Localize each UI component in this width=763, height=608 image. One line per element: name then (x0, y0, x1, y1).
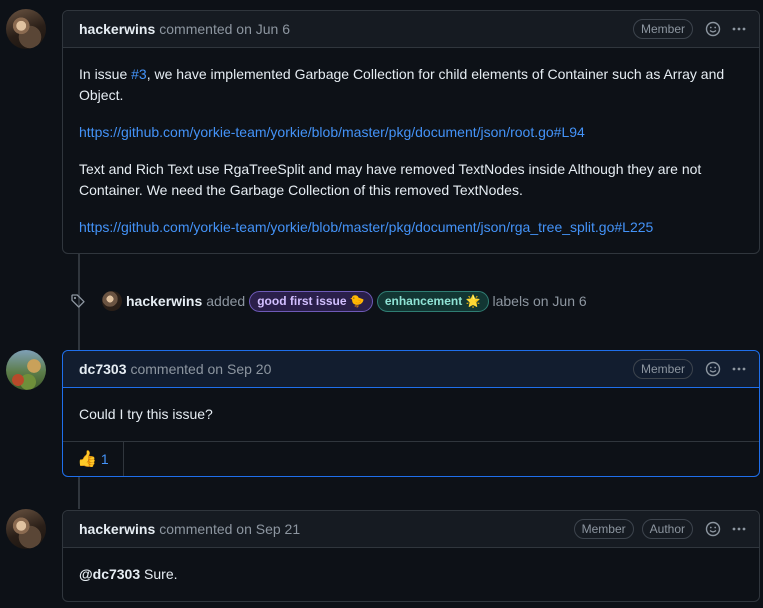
smiley-icon[interactable] (703, 519, 723, 539)
comment-author[interactable]: dc7303 (79, 361, 126, 377)
comment-header: hackerwins commented on Jun 6 Member (63, 11, 759, 48)
kebab-horizontal-icon[interactable] (729, 19, 749, 39)
text: , we have implemented Garbage Collection… (79, 66, 725, 103)
chick-icon: 🐤 (349, 293, 365, 308)
comment-header: hackerwins commented on Sep 21 Member Au… (63, 511, 759, 548)
issue-link[interactable]: #3 (131, 66, 147, 82)
kebab-horizontal-icon[interactable] (729, 359, 749, 379)
smiley-icon[interactable] (703, 359, 723, 379)
smiley-icon[interactable] (703, 19, 723, 39)
member-badge: Member (573, 519, 634, 539)
text: In issue (79, 66, 132, 82)
label-name: enhancement (384, 293, 463, 308)
star-icon: 🌟 (465, 293, 481, 308)
avatar[interactable] (6, 9, 46, 49)
comment-body: @dc7303 Sure. (63, 548, 759, 601)
comment-body: In issue #3, we have implemented Garbage… (63, 48, 759, 254)
thumbs-up-icon: 👍 (77, 451, 97, 468)
comment-paragraph: Text and Rich Text use RgaTreeSplit and … (79, 161, 702, 198)
event-actor[interactable]: hackerwins (126, 293, 202, 309)
code-link[interactable]: https://github.com/yorkie-team/yorkie/bl… (79, 219, 653, 235)
label-name: good first issue (257, 293, 347, 308)
comment: hackerwins commented on Jun 6 Member In … (62, 10, 760, 254)
comment-timestamp[interactable]: commented on Sep 21 (159, 521, 300, 537)
code-link[interactable]: https://github.com/yorkie-team/yorkie/bl… (79, 124, 585, 140)
avatar[interactable] (102, 291, 122, 311)
label-enhancement[interactable]: enhancement 🌟 (376, 290, 489, 312)
comment-header: dc7303 commented on Sep 20 Member (63, 351, 759, 388)
member-badge: Member (632, 359, 693, 379)
reactions-bar: 👍 1 (63, 441, 759, 476)
event-suffix: labels on Jun 6 (492, 293, 587, 309)
comment-author[interactable]: hackerwins (79, 521, 155, 537)
comment-author[interactable]: hackerwins (79, 21, 155, 37)
reaction-thumbs-up[interactable]: 👍 1 (63, 442, 124, 476)
comment-timestamp[interactable]: commented on Jun 6 (159, 21, 290, 37)
tag-icon (70, 293, 86, 309)
comment-paragraph: In issue #3, we have implemented Garbage… (79, 64, 743, 106)
comment-paragraph: @dc7303 Sure. (79, 564, 743, 585)
label-good-first-issue[interactable]: good first issue 🐤 (249, 290, 373, 312)
comment-timestamp[interactable]: commented on Sep 20 (130, 361, 271, 377)
avatar[interactable] (6, 350, 46, 390)
member-badge: Member (632, 19, 693, 39)
comment: dc7303 commented on Sep 20 Member Could … (62, 350, 760, 477)
comment-paragraph: Could I try this issue? (79, 406, 213, 422)
timeline-line (78, 477, 80, 509)
label-event: hackerwins added good first issue 🐤 enha… (70, 289, 587, 313)
kebab-horizontal-icon[interactable] (729, 519, 749, 539)
reaction-count: 1 (100, 451, 109, 467)
event-action: added (206, 293, 246, 309)
author-badge: Author (641, 519, 693, 539)
user-mention[interactable]: @dc7303 (79, 566, 140, 582)
text: Sure. (140, 566, 178, 582)
avatar[interactable] (6, 509, 46, 549)
comment-body: Could I try this issue? (63, 388, 759, 441)
comment: hackerwins commented on Sep 21 Member Au… (62, 510, 760, 602)
